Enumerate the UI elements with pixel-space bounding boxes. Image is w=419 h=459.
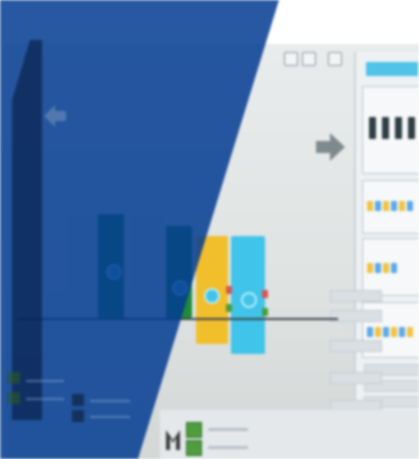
sample-marker <box>375 201 381 211</box>
legend-chip <box>8 392 20 404</box>
status-marker <box>226 286 232 294</box>
sample-marker <box>391 201 397 211</box>
sample-marker <box>383 201 389 211</box>
photo-stage <box>0 0 419 459</box>
sample-marker <box>391 327 397 337</box>
legend-chip <box>8 372 20 384</box>
m-logo-icon <box>166 430 180 450</box>
sample-marker <box>367 327 373 337</box>
lane-indicator-dot <box>241 292 257 308</box>
status-marker <box>262 308 268 316</box>
toolbar <box>280 50 350 68</box>
sample-marker <box>367 263 373 273</box>
legend-chip <box>72 394 84 406</box>
vial <box>382 117 389 139</box>
sample-marker <box>383 327 389 337</box>
lane-indicator-dot <box>204 288 220 304</box>
sample-marker <box>407 201 413 211</box>
vial <box>408 117 415 139</box>
sample-marker <box>391 263 397 273</box>
printer-icon[interactable] <box>284 52 298 66</box>
legend-text-line <box>90 416 130 418</box>
status-marker <box>226 304 232 312</box>
panel-header-bar <box>366 62 418 76</box>
settings-icon[interactable] <box>302 52 316 66</box>
monitor-bezel <box>12 40 42 420</box>
arrow-right-icon <box>316 133 345 161</box>
status-marker <box>262 290 268 298</box>
sample-marker <box>407 327 413 337</box>
form-field[interactable] <box>330 372 382 384</box>
status-chip <box>186 440 202 456</box>
arrow-left-icon <box>44 105 66 127</box>
vial-rack-panel <box>362 86 419 174</box>
status-text-line <box>208 428 248 431</box>
sample-marker <box>399 327 405 337</box>
sample-marker <box>375 263 381 273</box>
vial <box>369 117 376 139</box>
form-field[interactable] <box>330 290 382 302</box>
form-field[interactable] <box>330 310 382 322</box>
sample-group-panel <box>362 180 419 234</box>
vial <box>395 117 402 139</box>
legend-text-line <box>90 400 130 402</box>
sample-marker <box>375 327 381 337</box>
sample-marker <box>399 201 405 211</box>
bottom-status-bar <box>160 410 419 459</box>
right-side-panel <box>354 52 419 447</box>
legend-chip <box>72 410 84 422</box>
legend-text-line <box>26 380 64 382</box>
sample-group-panel <box>362 238 419 296</box>
status-text-line <box>208 446 248 449</box>
sample-marker <box>367 201 373 211</box>
status-chip <box>186 422 202 438</box>
legend-text-line <box>26 398 64 400</box>
sample-marker <box>383 263 389 273</box>
window-icon[interactable] <box>328 52 342 66</box>
form-field[interactable] <box>330 340 382 352</box>
